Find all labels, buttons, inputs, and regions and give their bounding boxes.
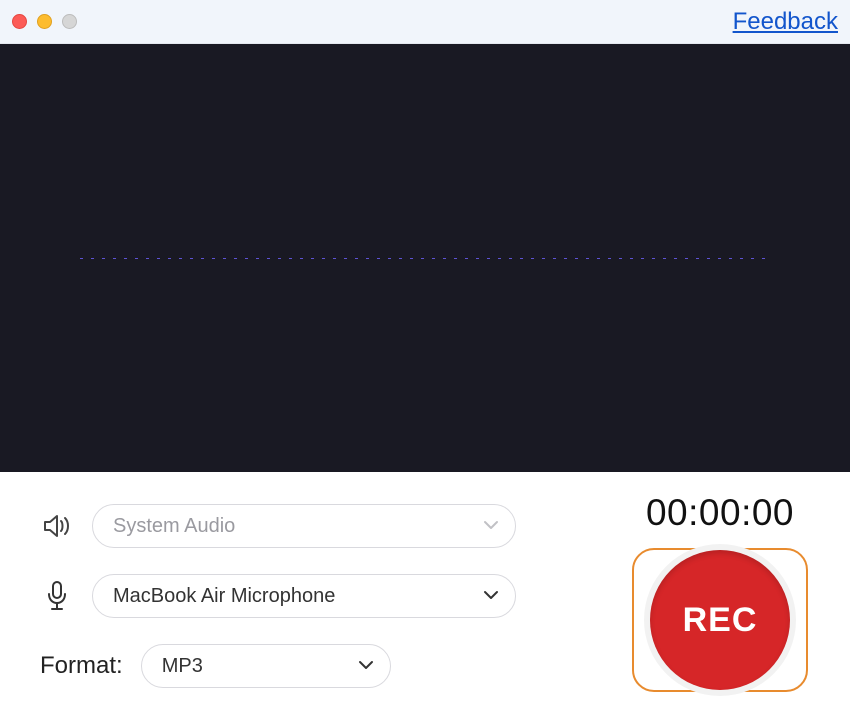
format-label: Format: <box>40 652 123 680</box>
waveform-canvas <box>0 44 850 472</box>
microphone-icon <box>40 580 74 612</box>
window-controls <box>12 14 77 29</box>
microphone-select[interactable]: MacBook Air Microphone <box>92 574 516 618</box>
minimize-window-button[interactable] <box>37 14 52 29</box>
waveform-baseline <box>80 258 772 259</box>
chevron-down-icon <box>483 517 499 535</box>
close-window-button[interactable] <box>12 14 27 29</box>
titlebar: Feedback <box>0 0 850 44</box>
format-value: MP3 <box>162 655 203 678</box>
microphone-row: MacBook Air Microphone <box>40 574 620 618</box>
maximize-window-button[interactable] <box>62 14 77 29</box>
system-audio-value: System Audio <box>113 515 235 538</box>
format-row: Format: MP3 <box>40 644 620 688</box>
chevron-down-icon <box>358 657 374 675</box>
chevron-down-icon <box>483 587 499 605</box>
record-button-label: REC <box>683 601 758 640</box>
recording-timer: 00:00:00 <box>646 492 794 534</box>
source-controls: System Audio MacBook Air Microphone <box>40 492 620 692</box>
record-button-circle: REC <box>650 550 790 690</box>
controls-panel: System Audio MacBook Air Microphone <box>0 472 850 712</box>
system-audio-select[interactable]: System Audio <box>92 504 516 548</box>
record-panel: 00:00:00 REC <box>620 492 820 692</box>
record-button[interactable]: REC <box>632 548 808 692</box>
feedback-link[interactable]: Feedback <box>733 8 838 36</box>
system-audio-row: System Audio <box>40 504 620 548</box>
speaker-icon <box>40 512 74 540</box>
format-select[interactable]: MP3 <box>141 644 391 688</box>
microphone-value: MacBook Air Microphone <box>113 585 335 608</box>
